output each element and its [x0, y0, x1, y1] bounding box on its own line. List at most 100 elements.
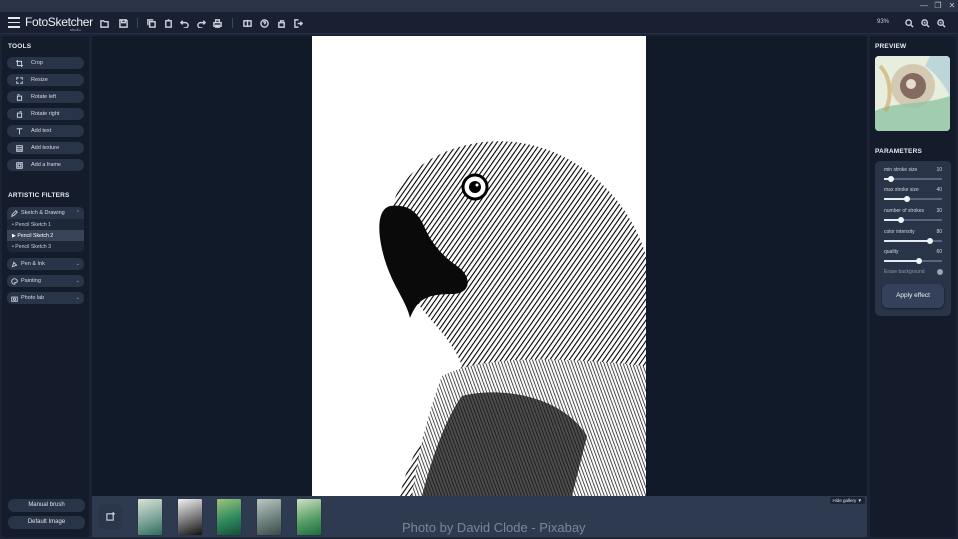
canvas-area[interactable]: Hide gallery ▼ Photo by David Clode - Pi…: [92, 36, 867, 537]
filter-group-label: Painting: [21, 278, 41, 284]
redo-icon[interactable]: [195, 17, 207, 29]
toolbar-divider: [232, 18, 233, 28]
filter-group-label: Pen & Ink: [21, 261, 45, 267]
param-value: 80: [936, 229, 942, 235]
zoom-fit-icon[interactable]: [903, 17, 915, 29]
app-logo: FotoSketcher: [25, 15, 93, 29]
filter-group-painting[interactable]: Painting ⌄: [7, 275, 84, 287]
param-value: 10: [936, 167, 942, 173]
filter-group-label: Photo lab: [21, 295, 45, 301]
add-texture-button[interactable]: Add texture: [7, 142, 84, 154]
pencil-icon: [7, 209, 21, 217]
quality-slider[interactable]: [884, 257, 942, 264]
sketch-image[interactable]: [312, 36, 646, 496]
parameters-panel: min stroke size 10 max stroke size 40 nu…: [875, 161, 951, 316]
param-value: 60: [936, 249, 942, 255]
preview-title: PREVIEW: [875, 43, 907, 50]
rotate-left-button[interactable]: Rotate left: [7, 91, 84, 103]
add-frame-button[interactable]: Add a frame: [7, 159, 84, 171]
artistic-filters-title: ARTISTIC FILTERS: [8, 192, 70, 199]
param-label: quality: [884, 249, 899, 255]
param-color-intensity: color intensity 80: [884, 229, 942, 235]
share-icon[interactable]: [275, 17, 287, 29]
param-min-stroke-size: min stroke size 10: [884, 167, 942, 173]
chevron-up-icon: ⌃: [75, 210, 80, 216]
resize-button[interactable]: Resize: [7, 74, 84, 86]
default-image-button[interactable]: Default Image: [8, 516, 85, 529]
crop-button[interactable]: Crop: [7, 57, 84, 69]
param-label: color intensity: [884, 229, 915, 235]
left-panel: TOOLS Crop Resize Rotate left Rotate rig…: [2, 36, 89, 537]
hide-gallery-button[interactable]: Hide gallery ▼: [829, 497, 865, 504]
gallery-thumbnail[interactable]: [256, 498, 282, 536]
param-quality: quality 60: [884, 249, 942, 255]
apply-effect-button[interactable]: Apply effect: [882, 284, 944, 308]
rotate-right-icon: [7, 110, 31, 118]
manual-brush-button[interactable]: Manual brush: [8, 499, 85, 512]
filter-group-sketch-header[interactable]: Sketch & Drawing ⌃: [7, 207, 84, 219]
toolbar-divider: [137, 18, 138, 28]
crop-label: Crop: [31, 60, 43, 66]
resize-icon: [7, 76, 31, 84]
filter-group-pen-ink[interactable]: Pen & Ink ⌄: [7, 258, 84, 270]
rotate-right-button[interactable]: Rotate right: [7, 108, 84, 120]
zoom-level: 93%: [877, 19, 890, 25]
gallery-thumbnail[interactable]: [177, 498, 203, 536]
chevron-down-icon: ⌄: [75, 278, 80, 284]
zoom-out-icon[interactable]: [935, 17, 947, 29]
number-of-strokes-slider[interactable]: [884, 216, 942, 223]
exit-icon[interactable]: [292, 17, 304, 29]
copy-icon[interactable]: [145, 17, 157, 29]
photo-credit: Photo by David Clode - Pixabay: [402, 520, 586, 535]
add-image-button[interactable]: [98, 504, 123, 529]
param-number-of-strokes: number of strokes 30: [884, 208, 942, 214]
paste-icon[interactable]: [162, 17, 174, 29]
undo-icon[interactable]: [178, 17, 190, 29]
close-button[interactable]: ✕: [944, 0, 958, 12]
filter-group-sketch: Sketch & Drawing ⌃ • Pencil Sketch 1 ▶ P…: [7, 207, 84, 252]
tools-title: TOOLS: [8, 43, 32, 50]
chevron-down-icon: ⌄: [75, 261, 80, 267]
filter-group-photo-lab[interactable]: Photo lab ⌄: [7, 292, 84, 304]
param-value: 30: [936, 208, 942, 214]
add-texture-label: Add texture: [31, 145, 60, 151]
help-icon[interactable]: [258, 17, 270, 29]
min-stroke-size-slider[interactable]: [884, 175, 942, 182]
filter-item-pencil-sketch-3[interactable]: • Pencil Sketch 3: [7, 241, 84, 252]
title-bar: — ❐ ✕: [0, 0, 958, 12]
filter-group-label: Sketch & Drawing: [21, 210, 65, 216]
color-intensity-slider[interactable]: [884, 237, 942, 244]
rotate-left-label: Rotate left: [31, 94, 57, 100]
erase-background-label: Erase background: [884, 269, 925, 275]
parrot-sketch-artwork: [379, 141, 646, 496]
gallery-thumbnail[interactable]: [137, 498, 163, 536]
add-text-label: Add text: [31, 128, 52, 134]
add-text-button[interactable]: Add text: [7, 125, 84, 137]
param-label: min stroke size: [884, 167, 918, 173]
preview-image: [875, 56, 950, 131]
app-subtitle: studio: [70, 27, 81, 32]
max-stroke-size-slider[interactable]: [884, 195, 942, 202]
open-folder-icon[interactable]: [98, 17, 110, 29]
frame-icon: [7, 161, 31, 169]
compare-icon[interactable]: [241, 17, 253, 29]
filter-item-pencil-sketch-2[interactable]: ▶ Pencil Sketch 2: [7, 230, 84, 241]
param-value: 40: [936, 187, 942, 193]
print-icon[interactable]: [211, 17, 223, 29]
palette-icon: [7, 277, 21, 285]
gallery-thumbnail[interactable]: [216, 498, 242, 536]
pen-icon: [7, 261, 21, 268]
zoom-in-icon[interactable]: [919, 17, 931, 29]
param-label: max stroke size: [884, 187, 919, 193]
add-image-icon: [106, 512, 115, 521]
rotate-right-label: Rotate right: [31, 111, 60, 117]
preview-artwork: [875, 56, 950, 131]
save-icon[interactable]: [117, 17, 129, 29]
gallery-thumbnail[interactable]: [296, 498, 322, 536]
rotate-left-icon: [7, 93, 31, 101]
resize-label: Resize: [31, 77, 48, 83]
erase-background-toggle[interactable]: [937, 269, 943, 275]
text-icon: [7, 127, 31, 135]
menu-icon[interactable]: [8, 17, 20, 28]
filter-item-pencil-sketch-1[interactable]: • Pencil Sketch 1: [7, 219, 84, 230]
